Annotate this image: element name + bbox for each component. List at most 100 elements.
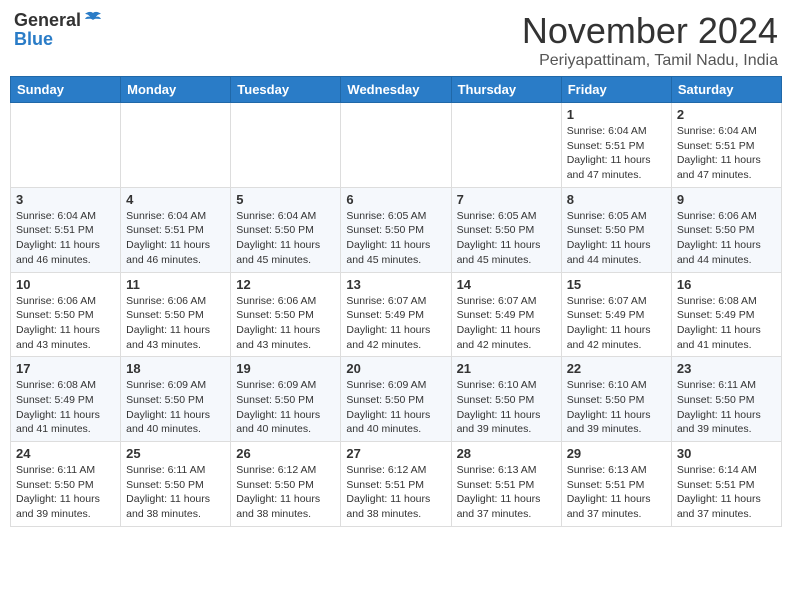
calendar-week-2: 3 Sunrise: 6:04 AM Sunset: 5:51 PM Daylig…	[11, 187, 782, 272]
day-info: Sunrise: 6:04 AM Sunset: 5:51 PM Dayligh…	[677, 124, 776, 183]
day-number: 22	[567, 361, 666, 376]
calendar-cell: 4 Sunrise: 6:04 AM Sunset: 5:51 PM Daylig…	[121, 187, 231, 272]
calendar-cell: 1 Sunrise: 6:04 AM Sunset: 5:51 PM Daylig…	[561, 103, 671, 188]
weekday-header-sunday: Sunday	[11, 77, 121, 103]
calendar-cell: 22 Sunrise: 6:10 AM Sunset: 5:50 PM Dayli…	[561, 357, 671, 442]
day-number: 28	[457, 446, 556, 461]
day-info: Sunrise: 6:05 AM Sunset: 5:50 PM Dayligh…	[457, 209, 556, 268]
day-number: 2	[677, 107, 776, 122]
calendar-cell	[451, 103, 561, 188]
day-number: 8	[567, 192, 666, 207]
day-number: 9	[677, 192, 776, 207]
location-text: Periyapattinam, Tamil Nadu, India	[522, 52, 778, 70]
day-info: Sunrise: 6:09 AM Sunset: 5:50 PM Dayligh…	[236, 378, 335, 437]
day-info: Sunrise: 6:13 AM Sunset: 5:51 PM Dayligh…	[457, 463, 556, 522]
day-info: Sunrise: 6:08 AM Sunset: 5:49 PM Dayligh…	[677, 294, 776, 353]
day-info: Sunrise: 6:04 AM Sunset: 5:51 PM Dayligh…	[567, 124, 666, 183]
calendar-table: SundayMondayTuesdayWednesdayThursdayFrid…	[10, 76, 782, 527]
day-number: 19	[236, 361, 335, 376]
calendar-cell: 5Sunrise: 6:04 AM Sunset: 5:50 PM Daylig…	[231, 187, 341, 272]
calendar-cell: 3 Sunrise: 6:04 AM Sunset: 5:51 PM Daylig…	[11, 187, 121, 272]
day-info: Sunrise: 6:12 AM Sunset: 5:50 PM Dayligh…	[236, 463, 335, 522]
month-title: November 2024	[522, 10, 778, 52]
day-number: 1	[567, 107, 666, 122]
day-number: 29	[567, 446, 666, 461]
calendar-cell: 13 Sunrise: 6:07 AM Sunset: 5:49 PM Dayli…	[341, 272, 451, 357]
day-info: Sunrise: 6:05 AM Sunset: 5:50 PM Dayligh…	[346, 209, 445, 268]
calendar-cell: 19 Sunrise: 6:09 AM Sunset: 5:50 PM Dayli…	[231, 357, 341, 442]
day-number: 11	[126, 277, 225, 292]
day-number: 7	[457, 192, 556, 207]
day-info: Sunrise: 6:11 AM Sunset: 5:50 PM Dayligh…	[126, 463, 225, 522]
calendar-cell: 17Sunrise: 6:08 AM Sunset: 5:49 PM Dayli…	[11, 357, 121, 442]
day-info: Sunrise: 6:11 AM Sunset: 5:50 PM Dayligh…	[677, 378, 776, 437]
weekday-header-thursday: Thursday	[451, 77, 561, 103]
calendar-cell: 27Sunrise: 6:12 AM Sunset: 5:51 PM Dayli…	[341, 442, 451, 527]
logo-general-text: General	[14, 10, 81, 31]
calendar-cell: 25Sunrise: 6:11 AM Sunset: 5:50 PM Dayli…	[121, 442, 231, 527]
day-info: Sunrise: 6:06 AM Sunset: 5:50 PM Dayligh…	[126, 294, 225, 353]
logo-bird-icon	[83, 10, 103, 30]
day-info: Sunrise: 6:12 AM Sunset: 5:51 PM Dayligh…	[346, 463, 445, 522]
calendar-week-5: 24 Sunrise: 6:11 AM Sunset: 5:50 PM Dayli…	[11, 442, 782, 527]
calendar-cell: 6Sunrise: 6:05 AM Sunset: 5:50 PM Daylig…	[341, 187, 451, 272]
day-info: Sunrise: 6:10 AM Sunset: 5:50 PM Dayligh…	[567, 378, 666, 437]
calendar-cell	[121, 103, 231, 188]
day-info: Sunrise: 6:05 AM Sunset: 5:50 PM Dayligh…	[567, 209, 666, 268]
weekday-header-friday: Friday	[561, 77, 671, 103]
calendar-cell: 14Sunrise: 6:07 AM Sunset: 5:49 PM Dayli…	[451, 272, 561, 357]
day-number: 5	[236, 192, 335, 207]
calendar-cell	[11, 103, 121, 188]
calendar-header-row: SundayMondayTuesdayWednesdayThursdayFrid…	[11, 77, 782, 103]
title-block: November 2024 Periyapattinam, Tamil Nadu…	[522, 10, 778, 70]
calendar-cell: 11 Sunrise: 6:06 AM Sunset: 5:50 PM Dayli…	[121, 272, 231, 357]
day-info: Sunrise: 6:09 AM Sunset: 5:50 PM Dayligh…	[346, 378, 445, 437]
calendar-cell: 23 Sunrise: 6:11 AM Sunset: 5:50 PM Dayli…	[671, 357, 781, 442]
day-info: Sunrise: 6:04 AM Sunset: 5:51 PM Dayligh…	[16, 209, 115, 268]
day-info: Sunrise: 6:14 AM Sunset: 5:51 PM Dayligh…	[677, 463, 776, 522]
calendar-cell: 8 Sunrise: 6:05 AM Sunset: 5:50 PM Daylig…	[561, 187, 671, 272]
calendar-cell: 21 Sunrise: 6:10 AM Sunset: 5:50 PM Dayli…	[451, 357, 561, 442]
weekday-header-monday: Monday	[121, 77, 231, 103]
calendar-cell: 2 Sunrise: 6:04 AM Sunset: 5:51 PM Daylig…	[671, 103, 781, 188]
page-header: General Blue November 2024 Periyapattina…	[10, 10, 782, 70]
day-number: 3	[16, 192, 115, 207]
day-number: 18	[126, 361, 225, 376]
day-info: Sunrise: 6:06 AM Sunset: 5:50 PM Dayligh…	[677, 209, 776, 268]
day-info: Sunrise: 6:07 AM Sunset: 5:49 PM Dayligh…	[457, 294, 556, 353]
day-info: Sunrise: 6:07 AM Sunset: 5:49 PM Dayligh…	[346, 294, 445, 353]
logo: General Blue	[14, 10, 103, 50]
day-number: 15	[567, 277, 666, 292]
calendar-week-1: 1 Sunrise: 6:04 AM Sunset: 5:51 PM Daylig…	[11, 103, 782, 188]
day-number: 16	[677, 277, 776, 292]
day-number: 13	[346, 277, 445, 292]
day-number: 21	[457, 361, 556, 376]
calendar-cell: 30 Sunrise: 6:14 AM Sunset: 5:51 PM Dayli…	[671, 442, 781, 527]
calendar-cell: 15 Sunrise: 6:07 AM Sunset: 5:49 PM Dayli…	[561, 272, 671, 357]
day-info: Sunrise: 6:10 AM Sunset: 5:50 PM Dayligh…	[457, 378, 556, 437]
day-info: Sunrise: 6:09 AM Sunset: 5:50 PM Dayligh…	[126, 378, 225, 437]
weekday-header-tuesday: Tuesday	[231, 77, 341, 103]
day-number: 24	[16, 446, 115, 461]
logo-blue-text: Blue	[14, 29, 53, 50]
calendar-cell: 24 Sunrise: 6:11 AM Sunset: 5:50 PM Dayli…	[11, 442, 121, 527]
day-number: 12	[236, 277, 335, 292]
calendar-week-3: 10Sunrise: 6:06 AM Sunset: 5:50 PM Dayli…	[11, 272, 782, 357]
day-info: Sunrise: 6:04 AM Sunset: 5:51 PM Dayligh…	[126, 209, 225, 268]
weekday-header-wednesday: Wednesday	[341, 77, 451, 103]
day-number: 30	[677, 446, 776, 461]
calendar-cell: 10Sunrise: 6:06 AM Sunset: 5:50 PM Dayli…	[11, 272, 121, 357]
day-info: Sunrise: 6:07 AM Sunset: 5:49 PM Dayligh…	[567, 294, 666, 353]
day-number: 4	[126, 192, 225, 207]
day-info: Sunrise: 6:11 AM Sunset: 5:50 PM Dayligh…	[16, 463, 115, 522]
day-info: Sunrise: 6:06 AM Sunset: 5:50 PM Dayligh…	[16, 294, 115, 353]
calendar-cell: 16 Sunrise: 6:08 AM Sunset: 5:49 PM Dayli…	[671, 272, 781, 357]
calendar-cell: 7 Sunrise: 6:05 AM Sunset: 5:50 PM Daylig…	[451, 187, 561, 272]
calendar-cell: 12Sunrise: 6:06 AM Sunset: 5:50 PM Dayli…	[231, 272, 341, 357]
weekday-header-saturday: Saturday	[671, 77, 781, 103]
calendar-cell: 26 Sunrise: 6:12 AM Sunset: 5:50 PM Dayli…	[231, 442, 341, 527]
day-number: 23	[677, 361, 776, 376]
day-number: 26	[236, 446, 335, 461]
calendar-cell: 28 Sunrise: 6:13 AM Sunset: 5:51 PM Dayli…	[451, 442, 561, 527]
calendar-cell	[231, 103, 341, 188]
